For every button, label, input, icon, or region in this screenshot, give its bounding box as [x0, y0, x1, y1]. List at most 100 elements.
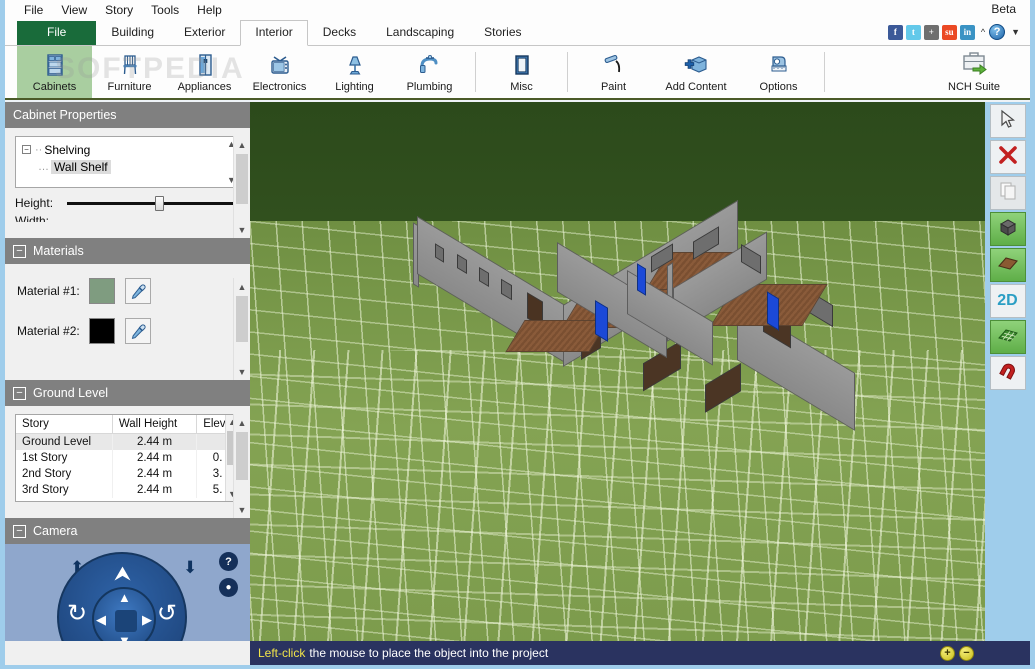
3d-viewport[interactable] [250, 102, 985, 641]
chevron-up-icon[interactable]: ^ [981, 27, 985, 37]
tree-node-shelving[interactable]: − ·· Shelving [22, 141, 239, 158]
ground-scroll-down-icon[interactable]: ▼ [234, 501, 250, 518]
menu-item-help[interactable]: Help [188, 1, 231, 19]
section-header-ground-level[interactable]: − Ground Level [5, 380, 250, 406]
cabinet-tree[interactable]: − ·· Shelving … Wall Shelf ▲ ▼ [15, 136, 240, 188]
ground-level-collapse-icon[interactable]: − [13, 387, 26, 400]
materials-scroll-up-icon[interactable]: ▲ [234, 278, 250, 295]
scroll-down-icon[interactable]: ▼ [234, 221, 250, 238]
grid-tool-button[interactable] [990, 320, 1026, 354]
move-down-arrow-icon[interactable]: ⬇ [183, 558, 197, 578]
tab-stories[interactable]: Stories [469, 20, 536, 45]
stories-table[interactable]: Story Wall Height Elev Ground Level 2.44… [15, 414, 240, 502]
select-tool-button[interactable] [990, 104, 1026, 138]
menu-item-tools[interactable]: Tools [142, 1, 188, 19]
nch-suite-button[interactable]: NCH Suite [932, 50, 1016, 93]
tab-landscaping[interactable]: Landscaping [371, 20, 469, 45]
ribbon-button-lighting[interactable]: Lighting [317, 46, 392, 98]
material-2-swatch[interactable] [89, 318, 115, 344]
material-1-eyedropper-icon[interactable] [125, 278, 151, 304]
twitter-icon[interactable]: t [906, 25, 921, 40]
cell-wall-height: 2.44 m [112, 450, 196, 466]
facebook-icon[interactable]: f [888, 25, 903, 40]
ribbon-button-misc[interactable]: Misc [484, 46, 559, 98]
ribbon-button-furniture[interactable]: Furniture [92, 46, 167, 98]
height-slider-row: Height: [15, 196, 240, 210]
ribbon-label-lighting: Lighting [335, 81, 374, 93]
television-icon [267, 50, 293, 80]
camera-screenshot-icon[interactable]: ● [219, 578, 238, 597]
table-row[interactable]: Ground Level 2.44 m [16, 434, 239, 451]
pan-up-icon[interactable]: ▲ [118, 591, 131, 604]
materials-scroll-down-icon[interactable]: ▼ [234, 363, 250, 380]
camera-collapse-icon[interactable]: − [13, 525, 26, 538]
tree-node-wall-shelf[interactable]: … Wall Shelf [22, 158, 239, 175]
status-zoom-in-button[interactable]: + [940, 646, 955, 661]
tab-file[interactable]: File [17, 21, 96, 45]
material-1-swatch[interactable] [89, 278, 115, 304]
ground-scrollbar-thumb[interactable] [236, 432, 248, 480]
cell-wall-height: 2.44 m [112, 434, 196, 451]
table-row[interactable]: 3rd Story 2.44 m 5. [16, 482, 239, 498]
materials-collapse-icon[interactable]: − [13, 245, 26, 258]
material-2-eyedropper-icon[interactable] [125, 318, 151, 344]
linkedin-icon[interactable]: in [960, 25, 975, 40]
pan-right-icon[interactable]: ▶ [142, 613, 152, 626]
rotate-left-icon[interactable]: ↻ [67, 602, 87, 626]
scrollbar-thumb[interactable] [236, 154, 248, 204]
menu-item-view[interactable]: View [52, 1, 96, 19]
toolbar-divider-2 [567, 52, 568, 92]
menu-item-file[interactable]: File [15, 1, 52, 19]
tab-interior[interactable]: Interior [240, 20, 307, 46]
height-slider-knob[interactable] [155, 196, 164, 211]
status-zoom-buttons: + − [940, 646, 974, 661]
ribbon-button-options[interactable]: Options [741, 46, 816, 98]
ribbon-button-electronics[interactable]: Electronics [242, 46, 317, 98]
chair-icon [117, 50, 143, 80]
ground-level-scrollbar[interactable]: ▲ ▼ [233, 414, 250, 518]
ribbon-button-paint[interactable]: Paint [576, 46, 651, 98]
house-model[interactable] [405, 212, 905, 482]
camera-center-button[interactable] [115, 610, 137, 632]
status-zoom-out-button[interactable]: − [959, 646, 974, 661]
height-slider[interactable] [67, 202, 236, 205]
view-2d-tool-button[interactable]: 2D [990, 284, 1026, 318]
tree-collapse-icon[interactable]: − [22, 145, 31, 154]
section-header-cabinet-properties[interactable]: Cabinet Properties [5, 102, 250, 128]
magnet-snap-tool-button[interactable] [990, 356, 1026, 390]
menu-item-story[interactable]: Story [96, 1, 142, 19]
ribbon-button-cabinets[interactable]: Cabinets [17, 46, 92, 98]
camera-help-icon[interactable]: ? [219, 552, 238, 571]
scroll-up-icon[interactable]: ▲ [234, 136, 250, 153]
help-icon[interactable]: ? [989, 24, 1005, 40]
tab-building[interactable]: Building [96, 20, 169, 45]
ribbon-button-plumbing[interactable]: Plumbing [392, 46, 467, 98]
tilt-up-icon[interactable]: ⮝ [114, 564, 131, 584]
material-row-1: Material #1: [17, 278, 250, 304]
left-sidebar: Cabinet Properties − ·· Shelving … Wall … [5, 102, 250, 665]
materials-scrollbar-thumb[interactable] [236, 296, 248, 342]
table-row[interactable]: 2nd Story 2.44 m 3. [16, 466, 239, 482]
section-header-materials[interactable]: − Materials [5, 238, 250, 264]
googleplus-icon[interactable]: + [924, 25, 939, 40]
ribbon-button-add-content[interactable]: Add Content [651, 46, 741, 98]
stumbleupon-icon[interactable]: su [942, 25, 957, 40]
materials-scrollbar[interactable]: ▲ ▼ [233, 278, 250, 380]
paint-roller-icon [601, 50, 627, 80]
ribbon-button-appliances[interactable]: Appliances [167, 46, 242, 98]
chevron-down-icon[interactable]: ▼ [1011, 27, 1020, 37]
rotate-right-icon[interactable]: ↺ [157, 602, 177, 626]
terrain-tool-button[interactable] [990, 248, 1026, 282]
ground-scroll-up-icon[interactable]: ▲ [234, 414, 250, 431]
tab-exterior[interactable]: Exterior [169, 20, 240, 45]
3d-box-tool-button[interactable] [990, 212, 1026, 246]
section-header-camera[interactable]: − Camera [5, 518, 250, 544]
cell-story: Ground Level [16, 434, 112, 451]
copy-tool-button[interactable] [990, 176, 1026, 210]
tab-decks[interactable]: Decks [308, 20, 371, 45]
table-row[interactable]: 1st Story 2.44 m 0. [16, 450, 239, 466]
delete-tool-button[interactable] [990, 140, 1026, 174]
status-highlight: Left-click [258, 646, 305, 660]
cabinet-properties-scrollbar[interactable]: ▲ ▼ [233, 136, 250, 238]
pan-left-icon[interactable]: ◀ [96, 613, 106, 626]
